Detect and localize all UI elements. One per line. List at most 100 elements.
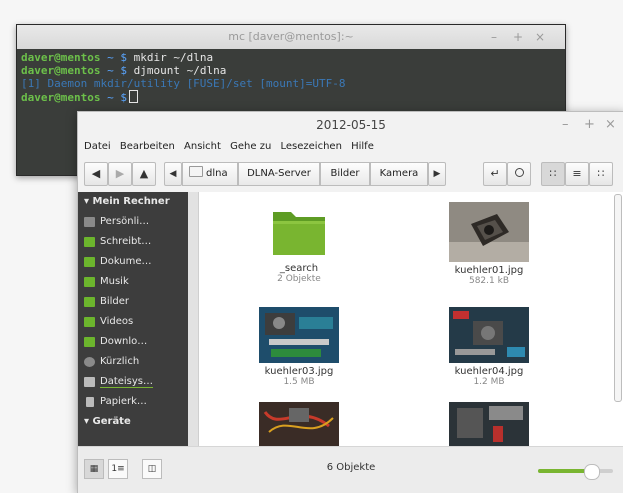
terminal-title: mc [daver@mentos]:~ xyxy=(228,30,354,43)
sidebar-item-label: Bilder xyxy=(100,296,130,307)
file-meta: 1.2 MB xyxy=(473,377,505,387)
sidebar-item-home[interactable]: Persönli… xyxy=(78,212,188,232)
sidebar-item-label: Dokume… xyxy=(100,256,152,267)
menu-ansicht[interactable]: Ansicht xyxy=(184,141,221,152)
sidebar-item-recent[interactable]: Kürzlich xyxy=(78,352,188,372)
maximize-icon[interactable]: + xyxy=(584,112,595,138)
list-icon: ≡ xyxy=(572,167,582,180)
command-text: mkdir ~/dlna xyxy=(126,51,214,64)
file-item-kuehler01[interactable]: kuehler01.jpg 582.1 kB xyxy=(439,202,539,286)
terminal-line: daver@mentos ~ $ djmount ~/dlna xyxy=(21,64,561,77)
terminal-titlebar[interactable]: mc [daver@mentos]:~ – + × xyxy=(17,25,565,49)
sidebar-item-label: Downlo… xyxy=(100,336,148,347)
breadcrumb-label: Bilder xyxy=(330,168,360,179)
file-name: _search xyxy=(279,263,319,274)
downloads-folder-icon xyxy=(84,337,95,347)
terminal-line: daver@mentos ~ $ xyxy=(21,90,561,104)
file-manager-titlebar[interactable]: 2012-05-15 – + × xyxy=(78,112,623,138)
search-button[interactable] xyxy=(507,162,531,186)
sidebar-section-devices[interactable]: ▾ Geräte xyxy=(78,412,188,432)
menu-bearbeiten[interactable]: Bearbeiten xyxy=(120,141,175,152)
back-button[interactable]: ◀ xyxy=(84,162,108,186)
sidebar-scrollbar[interactable] xyxy=(188,192,199,446)
minimize-icon[interactable]: – xyxy=(562,112,569,138)
compact-view-button[interactable]: ∷ xyxy=(589,162,613,186)
sidebar-item-videos[interactable]: Videos xyxy=(78,312,188,332)
file-meta: 2 Objekte xyxy=(277,274,321,284)
close-icon[interactable]: × xyxy=(535,25,545,49)
sidebar-section-computer[interactable]: ▾ Mein Rechner xyxy=(78,192,188,212)
menu-gehe-zu[interactable]: Gehe zu xyxy=(230,141,271,152)
music-folder-icon xyxy=(84,277,95,287)
icon-view-button[interactable]: ∷ xyxy=(541,162,565,186)
pictures-folder-icon xyxy=(84,297,95,307)
file-item-kuehler04[interactable]: kuehler04.jpg 1.2 MB xyxy=(439,307,539,387)
folder-icon xyxy=(189,166,203,177)
prompt-path: ~ $ xyxy=(107,51,127,64)
breadcrumb-kamera[interactable]: Kamera xyxy=(370,162,428,186)
arrow-up-icon: ▲ xyxy=(139,167,149,180)
content-scrollbar[interactable] xyxy=(614,194,622,402)
filesystem-icon xyxy=(84,377,95,387)
prompt-user: daver@mentos xyxy=(21,91,101,104)
trash-icon xyxy=(86,397,94,407)
zoom-slider-knob[interactable] xyxy=(583,464,600,480)
sidebar-item-label: Schreibt… xyxy=(100,236,152,247)
location-entry-icon: ↵ xyxy=(490,167,500,180)
sidebar-item-documents[interactable]: Dokume… xyxy=(78,252,188,272)
list-view-button[interactable]: ≡ xyxy=(565,162,589,186)
sidebar-item-label: Dateisys… xyxy=(100,376,154,388)
home-icon xyxy=(84,217,95,227)
file-meta: 1.5 MB xyxy=(283,377,315,387)
minimize-icon[interactable]: – xyxy=(491,25,497,49)
maximize-icon[interactable]: + xyxy=(513,25,523,49)
desktop-icon xyxy=(84,237,95,247)
sidebar-item-filesystem[interactable]: Dateisys… xyxy=(78,372,188,392)
breadcrumb-dlna[interactable]: dlna xyxy=(182,162,238,186)
menu-datei[interactable]: Datei xyxy=(84,141,111,152)
menu-hilfe[interactable]: Hilfe xyxy=(351,141,374,152)
sidebar-item-music[interactable]: Musik xyxy=(78,272,188,292)
zoom-slider[interactable] xyxy=(538,464,613,480)
up-button[interactable]: ▲ xyxy=(132,162,156,186)
file-item-image[interactable] xyxy=(259,402,339,446)
file-item-folder[interactable]: _search 2 Objekte xyxy=(249,204,349,284)
sidebar-item-label: Papierk… xyxy=(100,396,147,407)
folder-icon xyxy=(273,212,325,255)
menu-lesezeichen[interactable]: Lesezeichen xyxy=(281,141,342,152)
file-item-kuehler03[interactable]: kuehler03.jpg 1.5 MB xyxy=(249,307,349,387)
window-title: 2012-05-15 xyxy=(316,118,386,132)
close-icon[interactable]: × xyxy=(605,112,616,138)
documents-folder-icon xyxy=(84,257,95,267)
breadcrumb-scroll-left[interactable]: ◀ xyxy=(164,162,182,186)
sidebar-item-label: Musik xyxy=(100,276,129,287)
breadcrumb-scroll-right[interactable]: ▶ xyxy=(428,162,446,186)
sidebar-item-pictures[interactable]: Bilder xyxy=(78,292,188,312)
file-manager-window[interactable]: 2012-05-15 – + × Datei Bearbeiten Ansich… xyxy=(77,111,623,493)
command-text: djmount ~/dlna xyxy=(126,64,227,77)
file-meta: 582.1 kB xyxy=(468,276,509,286)
videos-folder-icon xyxy=(84,317,95,327)
sidebar-item-downloads[interactable]: Downlo… xyxy=(78,332,188,352)
arrow-left-icon: ◀ xyxy=(91,167,101,180)
sidebar-item-label: Kürzlich xyxy=(100,356,140,367)
arrow-right-icon: ▶ xyxy=(115,167,125,180)
forward-button[interactable]: ▶ xyxy=(108,162,132,186)
section-label: Geräte xyxy=(92,416,131,427)
file-name: kuehler04.jpg xyxy=(454,366,524,377)
prompt-user: daver@mentos xyxy=(21,51,101,64)
text-cursor xyxy=(128,90,138,103)
terminal-output[interactable]: daver@mentos ~ $ mkdir ~/dlna daver@ment… xyxy=(17,49,565,106)
sidebar: ▾ Mein Rechner Persönli… Schreibt… Dokum… xyxy=(78,192,188,446)
breadcrumb-label: dlna xyxy=(206,168,228,179)
sidebar-item-trash[interactable]: Papierk… xyxy=(78,392,188,412)
chevron-left-icon: ◀ xyxy=(169,169,177,179)
breadcrumb-bilder[interactable]: Bilder xyxy=(320,162,370,186)
image-thumbnail xyxy=(259,307,339,363)
toggle-location-button[interactable]: ↵ xyxy=(483,162,507,186)
sidebar-item-desktop[interactable]: Schreibt… xyxy=(78,232,188,252)
file-item-image[interactable] xyxy=(449,402,529,446)
terminal-line: [1] Daemon mkdir/utility [FUSE]/set [mou… xyxy=(21,77,561,90)
breadcrumb-dlna-server[interactable]: DLNA-Server xyxy=(238,162,320,186)
file-view[interactable]: _search 2 Objekte kuehler01.jpg 582.1 kB xyxy=(199,192,623,446)
